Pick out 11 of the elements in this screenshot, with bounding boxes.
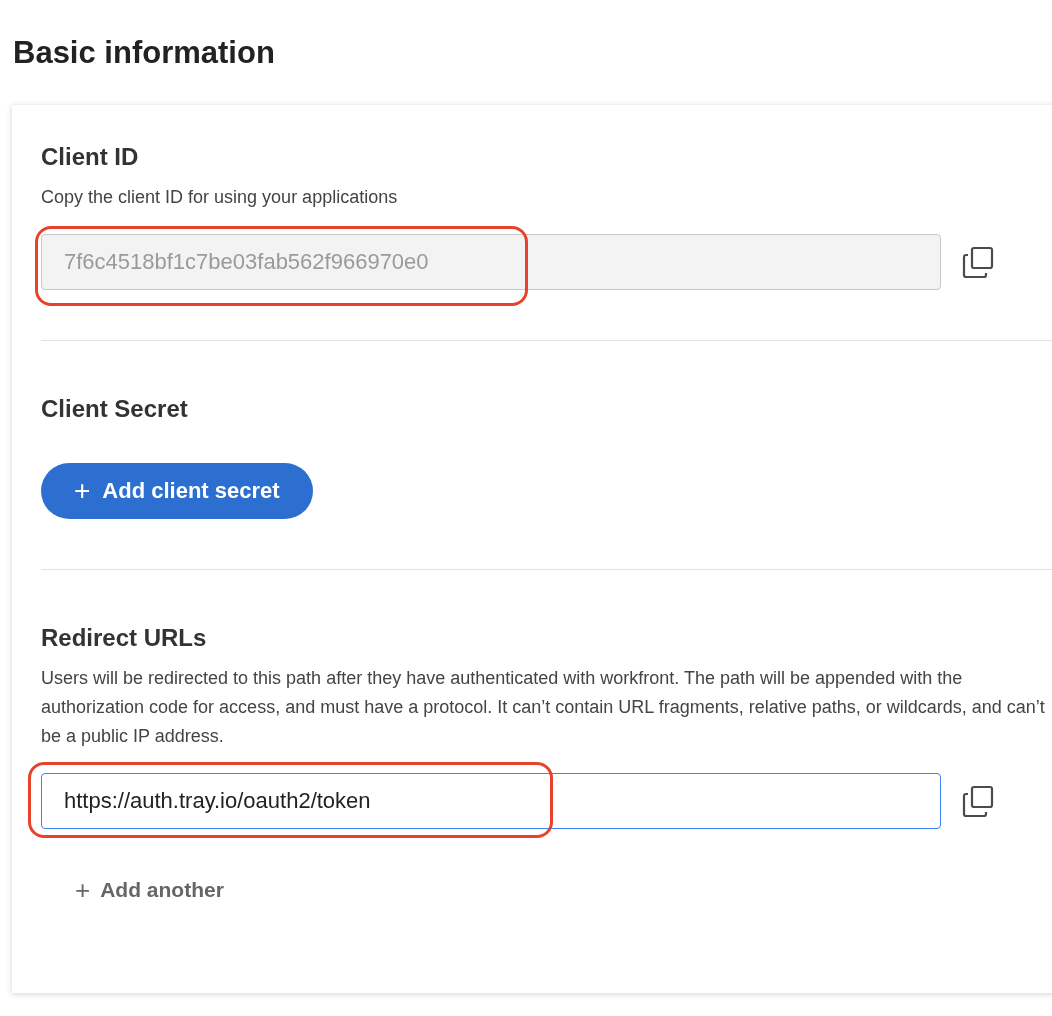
section-heading: Client Secret [41, 393, 189, 424]
text-field[interactable]: https://auth.tray.io/oauth2/token [41, 772, 941, 829]
copy-icon[interactable] [961, 244, 995, 279]
section-heading: Redirect URLs [41, 622, 208, 653]
section-description: Users will be redirected to this path after they have authenticated with workfront. The path will be appended with the authorization code for access, and must have a protocol. It can’t contain URL fragments, relative paths, or wildcards, and can’t be a public IP address. [41, 666, 1046, 748]
add-another-link[interactable]: + Add another [75, 870, 224, 910]
copy-icon[interactable] [961, 783, 995, 818]
section-description: Copy the client ID for using your applications [41, 185, 399, 209]
page-title: Basic information [12, 34, 276, 72]
add-client-secret-button[interactable]: + Add client secret [41, 462, 313, 519]
section-heading: Client ID [41, 141, 140, 172]
